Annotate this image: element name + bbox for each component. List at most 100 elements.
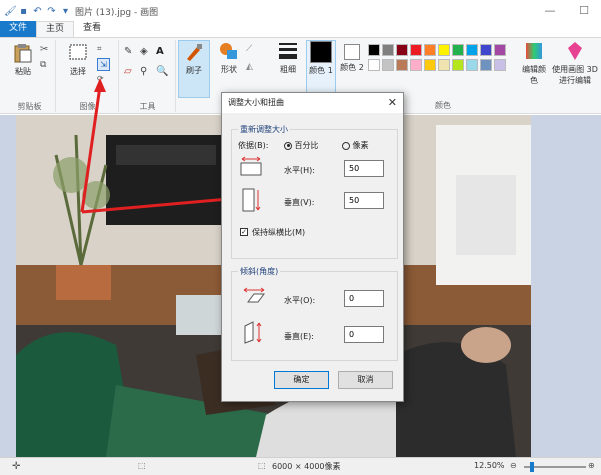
palette-swatch[interactable]: [480, 44, 492, 56]
crop-icon[interactable]: ⌗: [97, 44, 102, 54]
palette-swatch[interactable]: [396, 59, 408, 71]
clipboard-icon: [14, 44, 32, 63]
redo-icon[interactable]: ↷: [46, 6, 57, 17]
clipboard-group: 粘贴 ✂ ⧉ 剪贴板: [4, 40, 56, 112]
select-icon: [69, 44, 87, 60]
paste-label: 粘贴: [15, 67, 31, 76]
edit-colors-button[interactable]: 编辑颜色: [520, 40, 548, 86]
size-button[interactable]: 粗细: [272, 40, 304, 75]
by-label: 依据(B):: [238, 141, 269, 150]
paint3d-icon: [568, 42, 582, 60]
cursor-position-icon: ✛: [12, 461, 21, 472]
horizontal-resize-icon: [240, 156, 262, 176]
tab-file[interactable]: 文件: [0, 21, 37, 37]
palette-swatch[interactable]: [424, 44, 436, 56]
fill-icon[interactable]: ◈: [140, 46, 148, 57]
horizontal-label: 水平(H):: [284, 166, 315, 175]
palette-swatch[interactable]: [452, 59, 464, 71]
tab-view[interactable]: 查看: [74, 21, 110, 37]
palette-swatch[interactable]: [368, 59, 380, 71]
shapes-button[interactable]: 形状: [214, 40, 244, 75]
skew-legend: 倾斜(角度): [238, 266, 281, 277]
fill-shape-icon[interactable]: ◭: [246, 62, 253, 72]
edit-colors-icon: [526, 43, 542, 59]
horizontal-input[interactable]: [344, 160, 384, 177]
pixels-option[interactable]: 像素: [342, 140, 369, 151]
palette-swatch[interactable]: [396, 44, 408, 56]
ok-button[interactable]: 确定: [274, 371, 329, 389]
color1-button[interactable]: 颜色 1: [306, 40, 336, 98]
color2-swatch: [344, 44, 360, 60]
image-size-icon: ⬚: [258, 461, 266, 470]
undo-icon[interactable]: ↶: [32, 6, 43, 17]
palette-swatch[interactable]: [466, 44, 478, 56]
cut-icon[interactable]: ✂: [40, 44, 48, 55]
maximize-button[interactable]: ☐: [567, 0, 601, 22]
skew-horizontal-input[interactable]: [344, 290, 384, 307]
resize-legend: 重新调整大小: [238, 124, 290, 135]
customize-qa-icon[interactable]: ▾: [60, 6, 71, 17]
palette-swatch[interactable]: [480, 59, 492, 71]
percent-radio[interactable]: [284, 141, 292, 150]
percent-option[interactable]: 百分比: [284, 140, 319, 151]
minimize-button[interactable]: —: [533, 0, 567, 22]
edit-colors-label: 编辑颜色: [522, 65, 546, 85]
palette-swatch[interactable]: [410, 44, 422, 56]
status-bar: ✛ ⬚ ⬚ 6000 × 4000像素 12.50% ⊖ ⊕: [0, 457, 601, 475]
palette-swatch[interactable]: [424, 59, 436, 71]
brush-label: 刷子: [186, 66, 202, 75]
tab-home[interactable]: 主页: [36, 21, 75, 37]
zoom-out-button[interactable]: ⊖: [510, 461, 517, 470]
dialog-close-button[interactable]: ✕: [388, 96, 397, 109]
color-palette: [368, 44, 506, 71]
outline-icon[interactable]: ⟋: [246, 44, 252, 54]
text-icon[interactable]: A: [156, 46, 164, 57]
skew-vertical-input[interactable]: [344, 326, 384, 343]
eraser-icon[interactable]: ▱: [124, 66, 132, 77]
paint3d-button[interactable]: 使用画图 3D 进行编辑: [552, 40, 598, 86]
paste-button[interactable]: 粘贴: [8, 42, 38, 77]
color2-button[interactable]: 颜色 2: [338, 40, 366, 73]
color1-label: 颜色 1: [309, 66, 333, 75]
zoom-in-button[interactable]: ⊕: [588, 461, 595, 470]
paint-app-icon: 🖌: [4, 5, 17, 17]
palette-swatch[interactable]: [438, 44, 450, 56]
palette-swatch[interactable]: [438, 59, 450, 71]
vertical-resize-icon: [242, 188, 261, 212]
palette-swatch[interactable]: [494, 59, 506, 71]
palette-swatch[interactable]: [494, 44, 506, 56]
rotate-icon[interactable]: ⟳: [97, 74, 104, 83]
pixels-radio[interactable]: [342, 141, 350, 150]
quick-access-toolbar: 🖌 ▪ ↶ ↷ ▾: [0, 6, 71, 17]
window-title: 图片 (13).jpg - 画图: [75, 7, 159, 18]
zoom-level: 12.50%: [474, 461, 505, 470]
palette-swatch[interactable]: [466, 59, 478, 71]
clipboard-group-label: 剪贴板: [17, 102, 42, 111]
skew-horizontal-label: 水平(O):: [284, 296, 316, 305]
color-picker-icon[interactable]: ⚲: [140, 66, 147, 77]
palette-swatch[interactable]: [452, 44, 464, 56]
dialog-body: 重新调整大小 依据(B): 百分比 像素 水平(H): 垂直(V): ✓ 保持纵…: [222, 113, 403, 401]
size-label: 粗细: [280, 65, 296, 74]
palette-swatch[interactable]: [410, 59, 422, 71]
palette-swatch[interactable]: [382, 44, 394, 56]
shapes-icon: [220, 43, 237, 59]
copy-icon[interactable]: ⧉: [40, 60, 46, 70]
keep-ratio-checkbox[interactable]: ✓: [240, 228, 248, 236]
vertical-input[interactable]: [344, 192, 384, 209]
save-icon[interactable]: ▪: [18, 6, 29, 17]
resize-skew-dialog: 调整大小和扭曲 ✕ 重新调整大小 依据(B): 百分比 像素 水平(H): 垂直…: [221, 92, 404, 402]
percent-label: 百分比: [294, 141, 319, 150]
color2-label: 颜色 2: [340, 63, 364, 72]
cancel-button[interactable]: 取消: [338, 371, 393, 389]
paint3d-label: 使用画图 3D 进行编辑: [552, 65, 598, 85]
select-button[interactable]: 选择: [63, 42, 93, 77]
palette-swatch[interactable]: [368, 44, 380, 56]
zoom-slider-thumb[interactable]: [530, 462, 534, 472]
magnifier-icon[interactable]: 🔍: [156, 66, 168, 77]
skew-vertical-icon: [244, 321, 262, 344]
resize-icon[interactable]: ⇲: [97, 58, 110, 71]
pencil-icon[interactable]: ✎: [124, 46, 132, 57]
brush-button[interactable]: 刷子: [178, 40, 210, 98]
palette-swatch[interactable]: [382, 59, 394, 71]
